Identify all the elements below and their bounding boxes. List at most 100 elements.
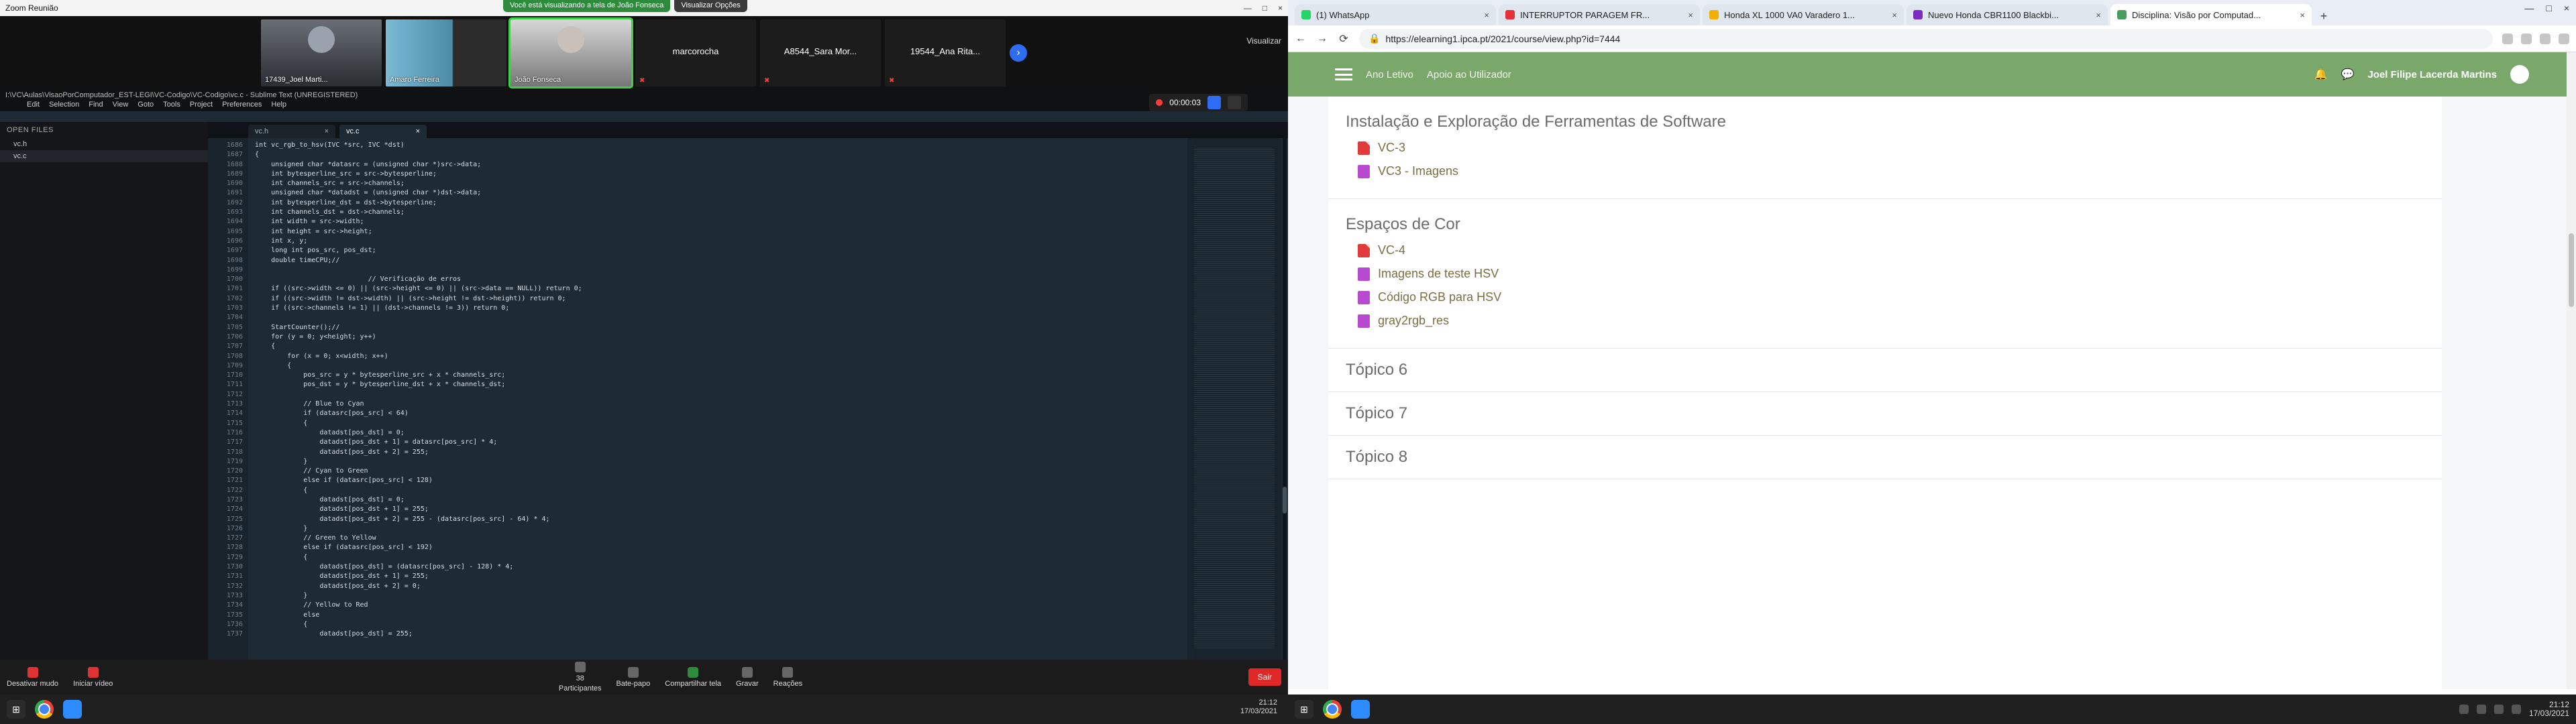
avatar[interactable] (2510, 65, 2529, 84)
topic-7[interactable]: Tópico 7 (1328, 392, 2442, 436)
forward-icon[interactable]: → (1316, 33, 1328, 45)
user-name[interactable]: Joel Filipe Lacerda Martins (2367, 69, 2497, 80)
activity-item[interactable]: Código RGB para HSV (1358, 290, 2424, 304)
menu-edit[interactable]: Edit (27, 101, 40, 111)
activity-item[interactable]: VC3 - Imagens (1358, 164, 2424, 178)
url-box[interactable]: 🔒 https://elearning1.ipca.pt/2021/course… (1359, 28, 2493, 49)
extension-icon[interactable] (2559, 33, 2569, 44)
tray-icon[interactable] (2511, 705, 2521, 714)
reactions-button[interactable]: Reações (773, 666, 802, 688)
mute-icon[interactable] (1228, 96, 1241, 109)
participant-tile[interactable]: marcorocha ✖ (635, 19, 756, 86)
gallery-right-label[interactable]: Visualizar (1246, 36, 1281, 46)
clock-time: 21:12 (1258, 699, 1277, 707)
close-tab-icon[interactable]: × (1484, 10, 1489, 20)
chat-button[interactable]: Bate-papo (616, 666, 650, 688)
close-tab-icon[interactable]: × (416, 127, 420, 135)
mic-icon (27, 666, 38, 678)
menu-tools[interactable]: Tools (163, 101, 180, 111)
view-options-button[interactable]: Visualizar Opções (674, 0, 747, 12)
maximize-icon[interactable]: □ (1263, 3, 1267, 13)
start-icon[interactable]: ⊞ (7, 700, 25, 719)
participants-count: 38 (576, 674, 584, 682)
unmute-button[interactable]: Desativar mudo (7, 666, 58, 688)
participant-tile[interactable]: 17439_Joel Marti... (261, 19, 382, 86)
editor-scrollbar[interactable] (1283, 138, 1287, 660)
extension-icon[interactable] (2502, 33, 2513, 44)
back-icon[interactable]: ← (1295, 33, 1307, 45)
messages-icon[interactable]: 💬 (2341, 68, 2355, 81)
tab-whatsapp[interactable]: (1) WhatsApp × (1295, 4, 1496, 25)
activity-item[interactable]: VC-3 (1358, 141, 2424, 155)
new-tab-button[interactable]: + (2314, 7, 2333, 25)
menu-ano-letivo[interactable]: Ano Letivo (1366, 69, 1413, 80)
close-tab-icon[interactable]: × (2096, 10, 2101, 20)
close-tab-icon[interactable]: × (1688, 10, 1693, 20)
tab-ebay-1[interactable]: INTERRUPTOR PARAGEM FR... × (1499, 4, 1700, 25)
menu-icon[interactable] (1335, 68, 1352, 80)
menu-apoio[interactable]: Apoio ao Utilizador (1427, 69, 1511, 80)
extension-icon[interactable] (2540, 33, 2551, 44)
participant-tile[interactable]: A8544_Sara Mor... ✖ (760, 19, 881, 86)
tab-honda-2[interactable]: Nuevo Honda CBR1100 Blackbi... × (1907, 4, 2108, 25)
next-page-arrow-icon[interactable]: › (1010, 44, 1027, 62)
reload-icon[interactable]: ⟳ (1338, 33, 1350, 45)
chrome-taskbar-icon[interactable] (1323, 700, 1342, 719)
archive-icon (1358, 164, 1370, 178)
menu-project[interactable]: Project (190, 101, 213, 111)
code-view[interactable]: int vc_rgb_to_hsv(IVC *src, IVC *dst) { … (248, 138, 1174, 660)
tab-label: vc.h (255, 127, 269, 135)
sublime-menu: Edit Selection Find View Goto Tools Proj… (0, 101, 1288, 111)
activity-item[interactable]: gray2rgb_res (1358, 314, 2424, 328)
chrome-window-controls: — □ × (2524, 3, 2569, 13)
topic-8[interactable]: Tópico 8 (1328, 436, 2442, 479)
tray-icon[interactable] (2493, 705, 2504, 714)
tab-honda-1[interactable]: Honda XL 1000 VA0 Varadero 1... × (1703, 4, 1904, 25)
share-screen-button[interactable]: Compartilhar tela (665, 666, 721, 688)
start-icon[interactable]: ⊞ (1295, 700, 1313, 719)
minimap[interactable] (1187, 138, 1281, 660)
menu-view[interactable]: View (113, 101, 129, 111)
participant-tile[interactable]: Amaro Ferreira (386, 19, 506, 86)
taskbar-clock-right: 21:12 17/03/2021 (2529, 701, 2569, 718)
activity-item[interactable]: VC-4 (1358, 243, 2424, 257)
tab-vc-c[interactable]: vc.c × (339, 125, 427, 138)
stop-recording-icon[interactable] (1208, 96, 1221, 109)
zoom-taskbar-icon[interactable] (63, 700, 82, 719)
participants-button[interactable]: 38 Participantes (559, 662, 602, 692)
menu-goto[interactable]: Goto (138, 101, 154, 111)
close-tab-icon[interactable]: × (325, 127, 329, 135)
minimize-icon[interactable]: — (1244, 3, 1252, 13)
maximize-icon[interactable]: □ (2546, 3, 2551, 13)
menu-help[interactable]: Help (271, 101, 286, 111)
close-icon[interactable]: × (2564, 3, 2569, 13)
participant-tile[interactable]: 19544_Ana Rita... ✖ (885, 19, 1006, 86)
line-numbers: 1686 1687 1688 1689 1690 1691 1692 1693 … (208, 138, 248, 660)
extension-icon[interactable] (2521, 33, 2532, 44)
activity-item[interactable]: Imagens de teste HSV (1358, 267, 2424, 281)
tray-icon[interactable] (2459, 705, 2469, 714)
leave-meeting-button[interactable]: Sair (1248, 668, 1281, 686)
topic-6[interactable]: Tópico 6 (1328, 349, 2442, 392)
scrollbar-thumb[interactable] (1283, 487, 1287, 514)
close-tab-icon[interactable]: × (1892, 10, 1897, 20)
tab-vc-h[interactable]: vc.h × (248, 125, 335, 138)
menu-selection[interactable]: Selection (49, 101, 79, 111)
open-file-item[interactable]: vc.h (0, 138, 208, 150)
close-icon[interactable]: × (1278, 3, 1283, 13)
start-video-button[interactable]: Iniciar vídeo (73, 666, 113, 688)
zoom-taskbar-icon[interactable] (1351, 700, 1370, 719)
participant-tile-active[interactable]: João Fonseca (508, 17, 633, 88)
page-scrollbar-thumb[interactable] (2569, 233, 2574, 307)
page-scrollbar[interactable] (2567, 52, 2576, 689)
record-button[interactable]: Gravar (736, 666, 759, 688)
open-file-item-active[interactable]: vc.c (0, 150, 208, 162)
tab-moodle[interactable]: Disciplina: Visão por Computad... × (2110, 4, 2312, 25)
tray-icon[interactable] (2476, 705, 2486, 714)
close-tab-icon[interactable]: × (2300, 10, 2305, 20)
menu-find[interactable]: Find (89, 101, 103, 111)
notifications-icon[interactable]: 🔔 (2314, 68, 2328, 81)
menu-preferences[interactable]: Preferences (222, 101, 262, 111)
chrome-taskbar-icon[interactable] (35, 700, 54, 719)
minimize-icon[interactable]: — (2524, 3, 2534, 13)
